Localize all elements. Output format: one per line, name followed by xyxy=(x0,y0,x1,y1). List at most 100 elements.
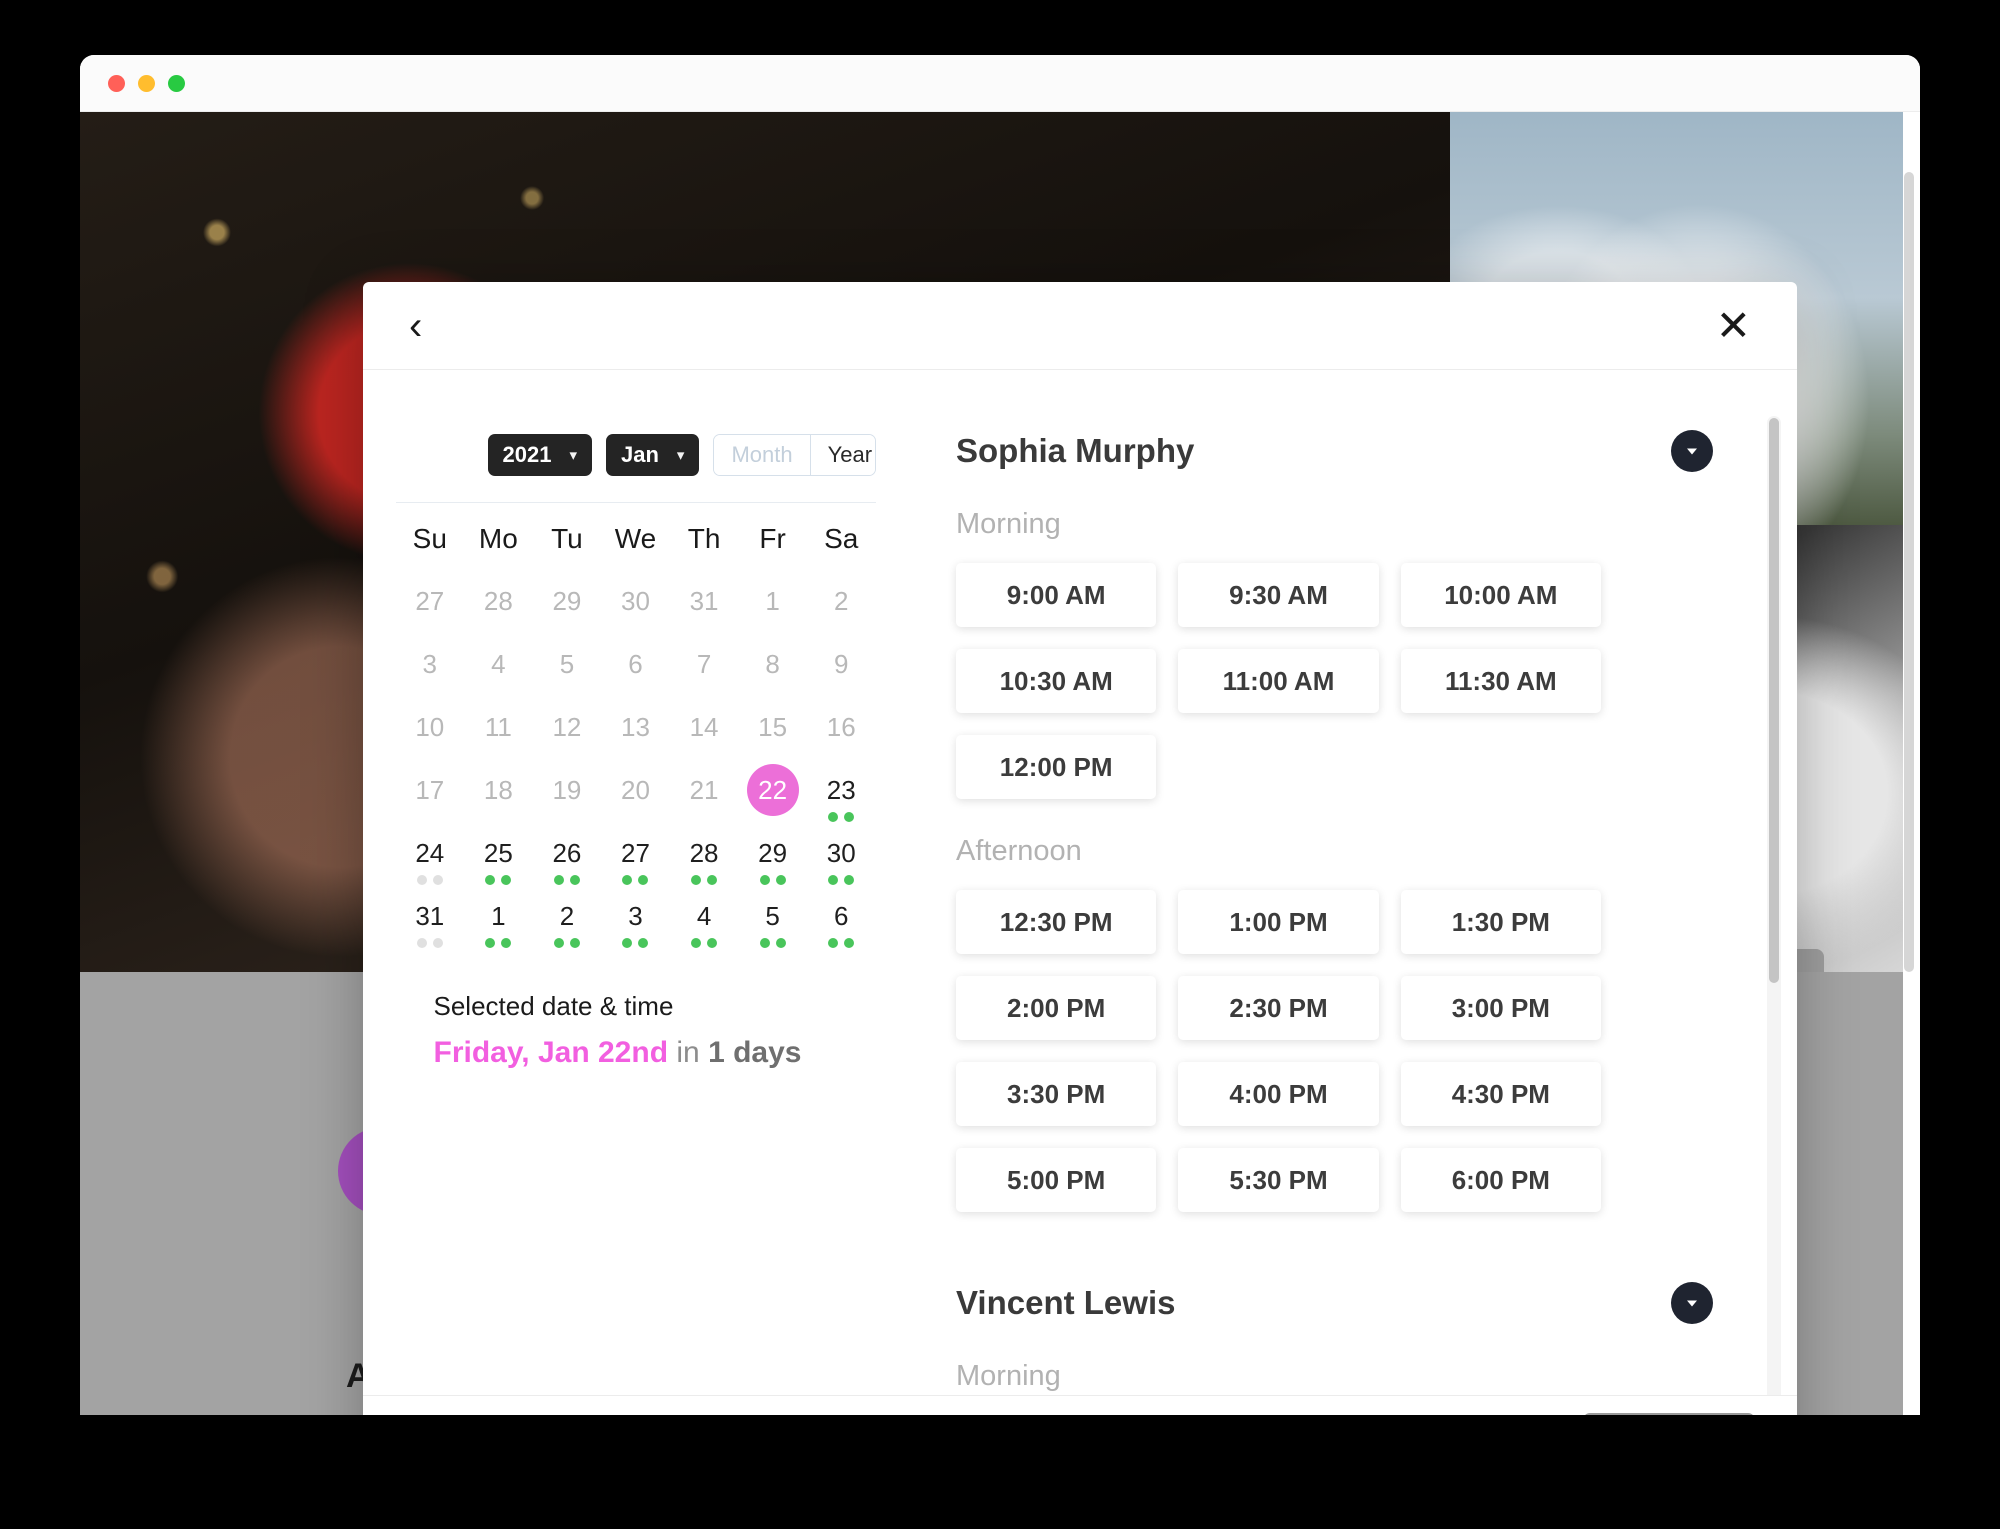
calendar-day[interactable]: 11 xyxy=(464,701,533,764)
calendar-grid: Su Mo Tu We Th Fr Sa 27 28 29 30 31 1 2 3 4 5 6 7 8 9 10 11 12 1… xyxy=(396,523,876,953)
calendar-day[interactable]: 15 xyxy=(738,701,807,764)
calendar-day[interactable]: 1 xyxy=(464,890,533,953)
calendar-day[interactable]: 13 xyxy=(601,701,670,764)
calendar-day[interactable]: 2 xyxy=(807,575,876,638)
calendar-day[interactable]: 3 xyxy=(601,890,670,953)
window-close-button[interactable] xyxy=(108,74,125,92)
view-mode-month[interactable]: Month xyxy=(714,435,811,475)
year-select[interactable]: 2021 ▾ xyxy=(487,434,592,476)
calendar-day-number: 9 xyxy=(833,649,849,679)
time-slot-button[interactable]: 10:00 AM xyxy=(1400,563,1601,627)
calendar-day[interactable]: 4 xyxy=(464,638,533,701)
time-slot-button[interactable]: 5:00 PM xyxy=(956,1148,1157,1212)
next-button[interactable]: NEXT xyxy=(1583,1412,1755,1415)
calendar-day-number: 30 xyxy=(621,586,650,616)
calendar-day[interactable]: 28 xyxy=(464,575,533,638)
time-slot-button[interactable]: 3:30 PM xyxy=(956,1062,1157,1126)
calendar-day[interactable]: 17 xyxy=(396,764,465,827)
view-mode-year[interactable]: Year xyxy=(810,435,875,475)
calendar-day[interactable]: 5 xyxy=(533,638,602,701)
calendar-day-number: 2 xyxy=(833,586,849,616)
calendar-day[interactable]: 16 xyxy=(807,701,876,764)
provider-spacer xyxy=(956,1212,1737,1282)
availability-dot xyxy=(691,938,702,948)
calendar-panel: 2021 ▾ Jan ▾ Month Year Su Mo Tu We Th F… xyxy=(363,370,908,1395)
time-slot-button[interactable]: 11:30 AM xyxy=(1400,649,1601,713)
calendar-day[interactable]: 23 xyxy=(807,764,876,827)
calendar-day[interactable]: 14 xyxy=(670,701,739,764)
time-slot-button[interactable]: 9:30 AM xyxy=(1178,563,1379,627)
provider-collapse-toggle[interactable] xyxy=(1671,1282,1713,1324)
month-select-value: Jan xyxy=(620,442,659,467)
calendar-day-availability-dots xyxy=(691,938,718,948)
calendar-day[interactable]: 21 xyxy=(670,764,739,827)
calendar-day-number: 11 xyxy=(484,712,512,742)
time-slot-button[interactable]: 11:00 AM xyxy=(1178,649,1379,713)
calendar-day[interactable]: 18 xyxy=(464,764,533,827)
time-slot-button[interactable]: 5:30 PM xyxy=(1178,1148,1379,1212)
time-slot-button[interactable]: 9:00 AM xyxy=(956,563,1157,627)
provider-name: Sophia Murphy xyxy=(956,432,1195,469)
calendar-day[interactable]: 5 xyxy=(738,890,807,953)
calendar-day[interactable]: 6 xyxy=(601,638,670,701)
calendar-day[interactable]: 19 xyxy=(533,764,602,827)
calendar-day[interactable]: 26 xyxy=(533,827,602,890)
time-slot-button[interactable]: 12:00 PM xyxy=(956,735,1157,799)
chevron-down-icon xyxy=(1687,448,1697,455)
calendar-day[interactable]: 6 xyxy=(807,890,876,953)
calendar-day-number: 22 xyxy=(746,764,799,816)
close-icon: ✕ xyxy=(1715,301,1751,349)
availability-dot xyxy=(569,875,580,885)
calendar-day-number: 30 xyxy=(826,838,856,868)
calendar-day[interactable]: 27 xyxy=(396,575,465,638)
calendar-day-selected[interactable]: 22 xyxy=(738,764,807,827)
calendar-day[interactable]: 31 xyxy=(396,890,465,953)
calendar-day-number: 27 xyxy=(415,586,445,616)
close-button[interactable]: ✕ xyxy=(1706,299,1761,353)
back-button[interactable]: ‹ xyxy=(399,300,432,352)
availability-dot xyxy=(432,938,443,948)
calendar-day[interactable]: 24 xyxy=(396,827,465,890)
page-scrollbar[interactable] xyxy=(1904,172,1914,972)
calendar-day[interactable]: 30 xyxy=(807,827,876,890)
window-zoom-button[interactable] xyxy=(168,74,185,92)
calendar-day-availability-dots xyxy=(828,812,855,822)
time-slot-button[interactable]: 10:30 AM xyxy=(956,649,1157,713)
calendar-day[interactable]: 31 xyxy=(670,575,739,638)
calendar-day[interactable]: 30 xyxy=(601,575,670,638)
calendar-day[interactable]: 25 xyxy=(464,827,533,890)
time-slot-button[interactable]: 12:30 PM xyxy=(956,890,1157,954)
calendar-day[interactable]: 7 xyxy=(670,638,739,701)
availability-dot xyxy=(638,875,649,885)
calendar-day[interactable]: 28 xyxy=(670,827,739,890)
calendar-day[interactable]: 27 xyxy=(601,827,670,890)
calendar-day[interactable]: 20 xyxy=(601,764,670,827)
calendar-day[interactable]: 2 xyxy=(533,890,602,953)
calendar-day[interactable]: 29 xyxy=(533,575,602,638)
calendar-day[interactable]: 1 xyxy=(738,575,807,638)
calendar-weekday: Sa xyxy=(824,523,859,554)
calendar-day[interactable]: 10 xyxy=(396,701,465,764)
calendar-day[interactable]: 3 xyxy=(396,638,465,701)
time-slots-panel: Sophia Murphy Morning 9:00 AM 9:30 AM 10:00 … xyxy=(908,370,1797,1395)
provider-collapse-toggle[interactable] xyxy=(1671,430,1713,472)
time-slot-button[interactable]: 2:00 PM xyxy=(956,976,1157,1040)
calendar-day[interactable]: 29 xyxy=(738,827,807,890)
time-slot-button[interactable]: 6:00 PM xyxy=(1400,1148,1601,1212)
calendar-day[interactable]: 9 xyxy=(807,638,876,701)
time-slot-button[interactable]: 4:00 PM xyxy=(1178,1062,1379,1126)
calendar-day-availability-dots xyxy=(416,875,443,885)
time-slot-button[interactable]: 1:00 PM xyxy=(1178,890,1379,954)
calendar-day[interactable]: 8 xyxy=(738,638,807,701)
time-slot-button[interactable]: 1:30 PM xyxy=(1400,890,1601,954)
calendar-day[interactable]: 4 xyxy=(670,890,739,953)
time-slot-button[interactable]: 2:30 PM xyxy=(1178,976,1379,1040)
month-select[interactable]: Jan ▾ xyxy=(605,434,700,476)
time-slot-button[interactable]: 3:00 PM xyxy=(1400,976,1601,1040)
time-slot-button[interactable]: 4:30 PM xyxy=(1400,1062,1601,1126)
calendar-day-number: 28 xyxy=(689,838,719,868)
window-minimize-button[interactable] xyxy=(138,74,155,92)
time-slots-scrollbar-thumb[interactable] xyxy=(1769,418,1779,983)
calendar-day[interactable]: 12 xyxy=(533,701,602,764)
time-slots-scrollbar[interactable] xyxy=(1767,416,1781,1395)
